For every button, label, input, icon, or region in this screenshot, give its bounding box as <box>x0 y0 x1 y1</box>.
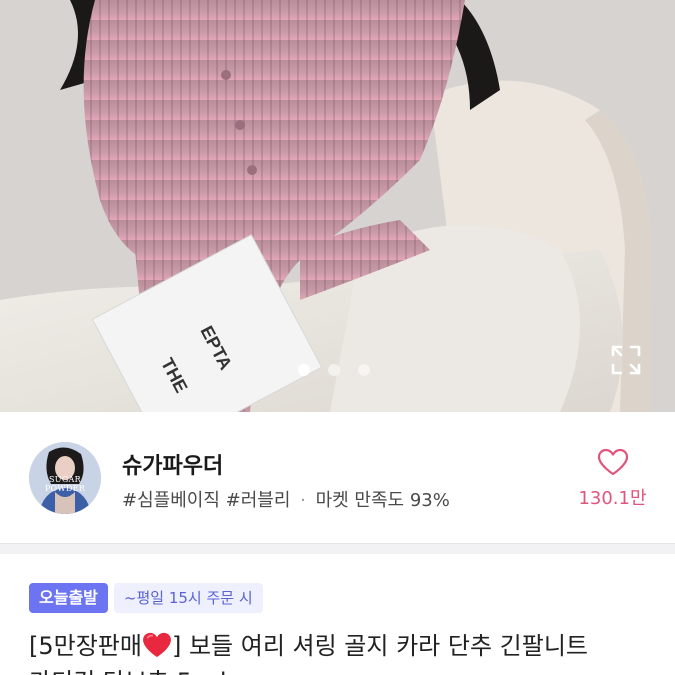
section-divider <box>0 544 675 554</box>
seller-section: SUGAR POWDER 슈가파우더 #심플베이직 #러블리 · 마켓 만족도 … <box>0 412 675 544</box>
shipping-cutoff-badge: ~평일 15시 주문 시 <box>113 583 263 613</box>
product-image[interactable]: THE EPTA <box>0 0 675 412</box>
market-satisfaction: 마켓 만족도 93% <box>315 490 450 511</box>
slide-dot-2[interactable] <box>328 364 340 376</box>
product-title-suffix: ] 보들 여리 셔링 골지 카라 단추 긴팔니트 <box>171 632 588 660</box>
like-button[interactable]: 130.1만 <box>570 448 655 510</box>
seller-name[interactable]: 슈가파우더 <box>122 448 223 480</box>
slide-dot-3[interactable] <box>358 364 370 376</box>
seller-avatar[interactable]: SUGAR POWDER <box>29 442 101 514</box>
avatar-logo-text: SUGAR POWDER <box>44 475 86 493</box>
expand-icon <box>611 345 641 375</box>
like-count: 130.1만 <box>578 488 647 509</box>
today-shipping-badge: 오늘출발 <box>29 583 108 613</box>
heart-outline-icon <box>597 448 628 476</box>
red-heart-icon <box>143 632 171 658</box>
seller-tag[interactable]: #심플베이직 <box>122 490 220 511</box>
meta-separator: · <box>300 490 306 511</box>
slide-indicator <box>298 364 370 376</box>
seller-tags: #심플베이직 #러블리 · 마켓 만족도 93% <box>122 486 450 512</box>
slide-dot-1[interactable] <box>298 364 310 376</box>
product-title-line2: 가디건 단보추 5color <box>29 664 251 675</box>
product-title-prefix: [5만장판매 <box>29 632 142 660</box>
product-title: [5만장판매 ] 보들 여리 셔링 골지 카라 단추 긴팔니트 <box>29 628 659 664</box>
expand-image-button[interactable] <box>610 344 642 376</box>
delivery-badges: 오늘출발 ~평일 15시 주문 시 <box>29 583 263 613</box>
product-photo-illustration: THE EPTA <box>0 0 675 412</box>
seller-tag[interactable]: #러블리 <box>226 490 291 511</box>
